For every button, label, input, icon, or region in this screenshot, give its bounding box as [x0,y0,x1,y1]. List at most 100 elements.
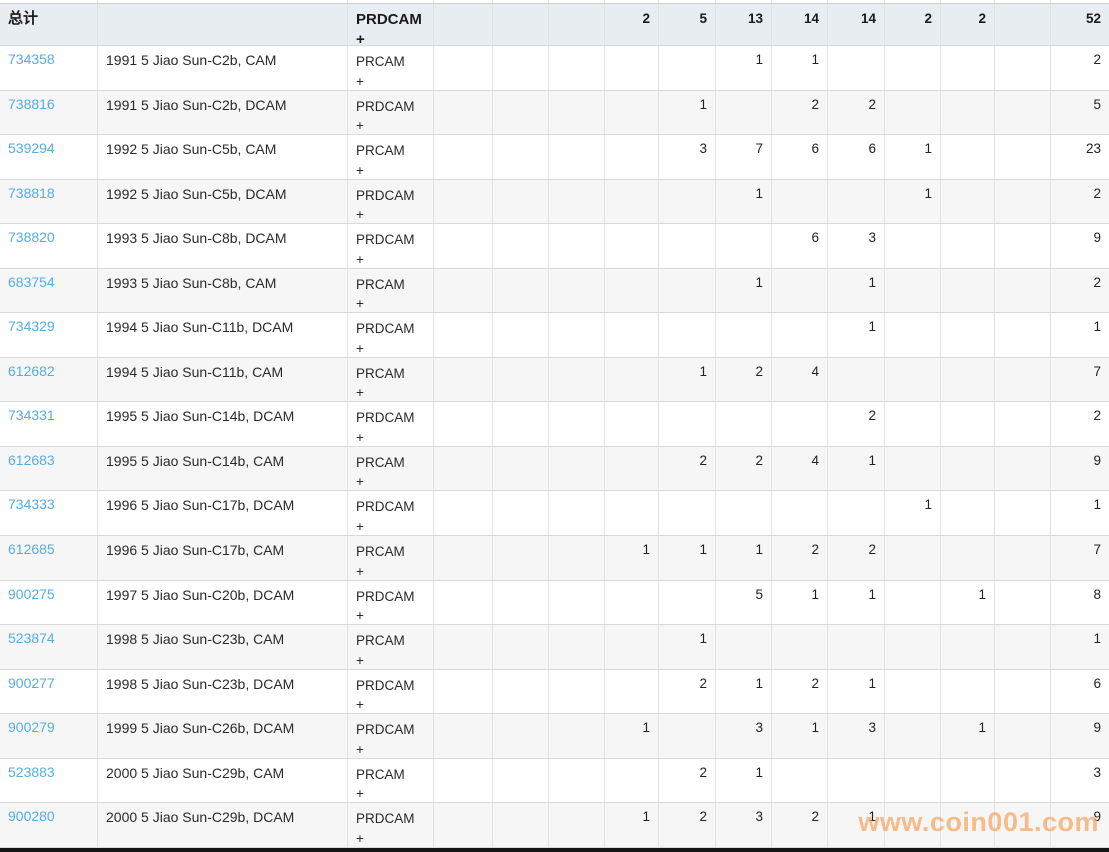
coin-id-cell: 734358 [0,46,98,90]
count-cell-1 [434,580,493,625]
count-cell-3 [549,313,605,357]
count-cell-2 [493,536,549,580]
coin-id-link[interactable]: 734358 [8,51,55,67]
bottom-border [0,848,1109,852]
count-cell-3 [549,758,605,803]
coin-group-cell: PRCAM + [348,268,434,313]
row-total-cell: 2 [1093,274,1101,290]
coin-desc-cell: 2000 5 Jiao Sun-C29b, DCAM [98,803,348,847]
count-cell-3 [549,179,605,224]
coin-id-link[interactable]: 523883 [8,764,55,780]
coin-group-cell: PRDCAM + [348,669,434,714]
count-cell-1 [434,536,493,580]
count-cell-10 [941,135,995,179]
count-cell-8 [828,179,885,224]
coin-id-link[interactable]: 738818 [8,185,55,201]
count-cell-10 [941,224,995,268]
coin-id-cell: 900275 [0,580,98,625]
header-count-cell-7: 14 [772,4,828,45]
count-cell-1 [434,90,493,135]
coin-id-cell: 539294 [0,135,98,179]
row-total-cell: 9 [1093,720,1101,736]
count-cell-9 [885,268,941,313]
count-cell-5 [659,179,716,224]
count-cell-9 [885,803,941,847]
count-cell-2 [493,669,549,714]
count-cell-9: 1 [885,179,941,224]
row-total-cell: 2 [1093,185,1101,201]
count-cell-5 [659,491,716,536]
count-cell-7: 6 [772,224,828,268]
count-cell-1 [434,135,493,179]
table-row: 523883 2000 5 Jiao Sun-C29b, CAM PRCAM +… [0,758,1109,804]
count-cell-4 [605,135,659,179]
count-cell-7 [772,758,828,803]
coin-id-link[interactable]: 683754 [8,274,55,290]
coin-id-link[interactable]: 738820 [8,229,55,245]
coin-group-cell: PRCAM + [348,446,434,491]
coin-desc-cell: 1998 5 Jiao Sun-C23b, CAM [98,625,348,669]
header-group-cell: PRDCAM + [348,4,434,45]
coin-id-link[interactable]: 612682 [8,363,55,379]
count-cell-7: 2 [772,536,828,580]
coin-id-link[interactable]: 612685 [8,541,55,557]
coin-id-cell: 900280 [0,803,98,847]
count-cell-5 [659,268,716,313]
coin-id-link[interactable]: 900275 [8,586,55,602]
row-total-cell: 1 [1093,497,1101,513]
coin-id-link[interactable]: 539294 [8,140,55,156]
count-cell-4: 1 [605,803,659,847]
coin-id-link[interactable]: 523874 [8,630,55,646]
count-cell-7 [772,313,828,357]
count-cell-10: 1 [941,580,995,625]
coin-id-link[interactable]: 738816 [8,96,55,112]
count-cell-4 [605,758,659,803]
count-cell-4: 1 [605,536,659,580]
row-total-cell: 23 [1085,141,1101,157]
coin-id-link[interactable]: 900277 [8,675,55,691]
coin-id-cell: 738818 [0,179,98,224]
coin-id-link[interactable]: 734333 [8,496,55,512]
count-cell-6: 3 [716,714,772,758]
count-cell-10: 1 [941,714,995,758]
header-count-cell-11 [995,4,1051,45]
count-cell-11 [995,224,1051,268]
count-cell-5: 2 [659,758,716,803]
count-cell-3 [549,357,605,402]
table-row: 734329 1994 5 Jiao Sun-C11b, DCAM PRDCAM… [0,313,1109,358]
count-cell-2 [493,402,549,446]
row-total-cell: 9 [1093,809,1101,825]
count-cell-8: 1 [828,446,885,491]
coin-group-cell: PRCAM + [348,625,434,669]
coin-id-link[interactable]: 900279 [8,719,55,735]
count-cell-4 [605,224,659,268]
header-count-cell-3 [549,4,605,45]
count-cell-5: 3 [659,135,716,179]
count-cell-1 [434,179,493,224]
count-cell-4 [605,491,659,536]
coin-id-link[interactable]: 734331 [8,407,55,423]
count-cell-11 [995,536,1051,580]
header-grand-total-cell: 52 [1085,11,1101,26]
count-cell-8 [828,491,885,536]
count-cell-7: 6 [772,135,828,179]
coin-desc-cell: 1992 5 Jiao Sun-C5b, DCAM [98,179,348,224]
coin-id-link[interactable]: 734329 [8,318,55,334]
coin-id-link[interactable]: 612683 [8,452,55,468]
count-cell-10 [941,46,995,90]
count-cell-2 [493,714,549,758]
count-cell-5: 2 [659,446,716,491]
count-cell-10 [941,90,995,135]
coin-group-cell: PRCAM + [348,46,434,90]
count-cell-9 [885,90,941,135]
count-cell-10 [941,357,995,402]
count-cell-3 [549,669,605,714]
table-row: 734333 1996 5 Jiao Sun-C17b, DCAM PRDCAM… [0,491,1109,537]
count-cell-4 [605,625,659,669]
coin-id-link[interactable]: 900280 [8,808,55,824]
count-cell-2 [493,625,549,669]
count-cell-6 [716,402,772,446]
count-cell-11 [995,268,1051,313]
count-cell-9 [885,46,941,90]
count-cell-7: 2 [772,90,828,135]
